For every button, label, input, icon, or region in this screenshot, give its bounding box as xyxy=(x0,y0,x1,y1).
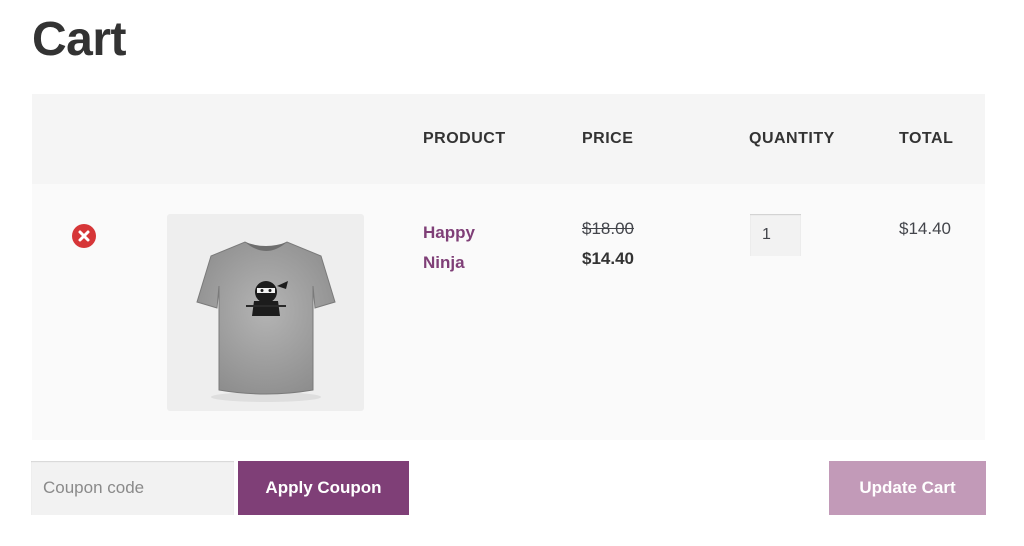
header-total: TOTAL xyxy=(899,130,954,147)
cart-item-row: Happy Ninja $18.00 $14.40 $14.40 xyxy=(32,184,985,440)
ninja-tshirt-icon xyxy=(196,241,336,402)
close-icon xyxy=(78,230,90,242)
sale-price: $14.40 xyxy=(582,249,634,268)
page-title: Cart xyxy=(32,13,127,66)
remove-item-button[interactable] xyxy=(72,224,96,248)
coupon-code-input[interactable] xyxy=(31,461,234,515)
cart-table: PRODUCT PRICE QUANTITY TOTAL Happy Ninja… xyxy=(32,94,985,440)
header-product: PRODUCT xyxy=(423,130,506,147)
header-price: PRICE xyxy=(582,130,634,147)
header-quantity: QUANTITY xyxy=(749,130,835,147)
cart-table-header: PRODUCT PRICE QUANTITY TOTAL xyxy=(32,94,985,184)
line-total: $14.40 xyxy=(899,219,951,238)
product-thumbnail[interactable] xyxy=(167,214,364,411)
regular-price: $18.00 xyxy=(582,219,634,238)
product-name-link[interactable]: Happy Ninja xyxy=(423,218,513,278)
quantity-input[interactable] xyxy=(750,214,801,256)
apply-coupon-button[interactable]: Apply Coupon xyxy=(238,461,409,515)
update-cart-button[interactable]: Update Cart xyxy=(829,461,986,515)
